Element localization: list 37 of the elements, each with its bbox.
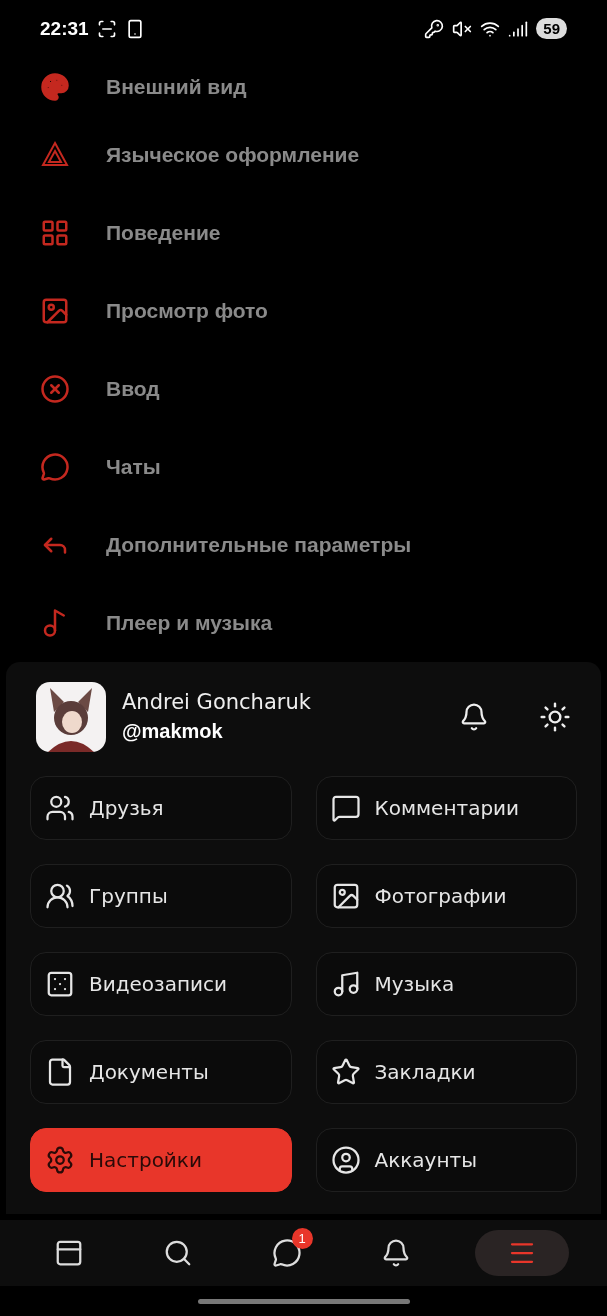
profile-handle: @makmok: [122, 720, 224, 744]
unread-badge: 1: [291, 1228, 313, 1249]
avatar: [36, 681, 106, 752]
menu-tile[interactable]: Друзья: [30, 775, 292, 840]
menu-tile[interactable]: Настройки: [30, 1127, 292, 1192]
settings-item[interactable]: Просмотр фото: [106, 298, 268, 323]
home-indicator[interactable]: [197, 1298, 410, 1304]
star-icon: [330, 1056, 361, 1087]
menu-tile[interactable]: Видеозаписи: [30, 951, 292, 1016]
gear-icon: [45, 1144, 75, 1175]
nav-tab[interactable]: 1: [256, 1230, 317, 1276]
mute-icon: [452, 18, 473, 39]
sun-icon[interactable]: [539, 700, 571, 733]
settings-item[interactable]: Языческое оформление: [106, 142, 360, 167]
menu-tile[interactable]: Закладки: [315, 1039, 577, 1104]
notifications-icon[interactable]: [459, 701, 489, 732]
settings-item[interactable]: Чаты: [106, 454, 161, 479]
settings-item[interactable]: Внешний вид: [106, 74, 247, 99]
user-circle-icon: [330, 1144, 361, 1175]
x-circle-icon: [40, 373, 70, 404]
settings-item[interactable]: Плеер и музыка: [106, 610, 273, 635]
settings-item[interactable]: Дополнительные параметры: [106, 532, 412, 557]
menu-tile[interactable]: Документы: [30, 1039, 292, 1104]
speech-bubble-icon: [40, 451, 70, 482]
menu-tile[interactable]: Комментарии: [315, 775, 577, 840]
menu-tile[interactable]: Фотографии: [315, 863, 577, 928]
key-icon: [424, 18, 445, 39]
menu-tile[interactable]: Группы: [30, 863, 292, 928]
menu-tile[interactable]: Музыка: [315, 951, 577, 1016]
settings-item[interactable]: Ввод: [106, 376, 160, 401]
battery-indicator: 59: [536, 18, 567, 40]
clock: 22:31: [40, 17, 89, 40]
palette-icon: [40, 71, 70, 102]
menu-tile[interactable]: Аккаунты: [315, 1127, 577, 1192]
profile-name: Andrei Goncharuk: [122, 690, 312, 715]
screenshot-icon: [96, 18, 117, 39]
settings-item[interactable]: Поведение: [106, 220, 221, 245]
